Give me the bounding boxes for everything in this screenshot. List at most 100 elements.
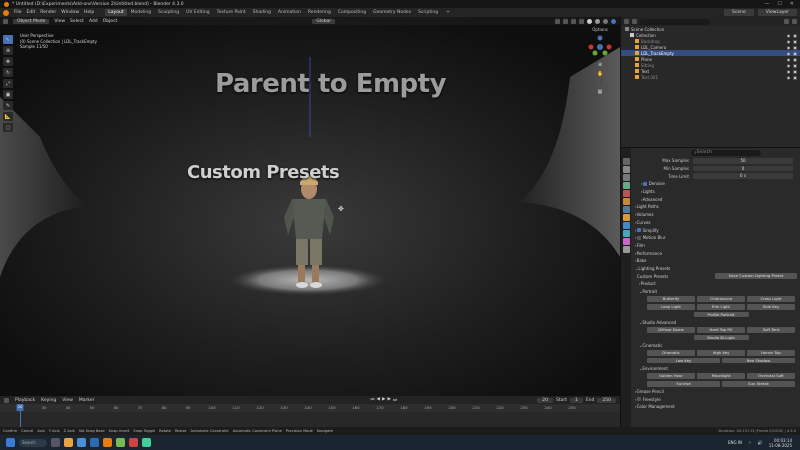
camera-render-icon[interactable]: ▣ <box>793 75 797 80</box>
scene-selector[interactable]: Scene <box>724 9 754 16</box>
chat-app-icon[interactable] <box>142 438 151 447</box>
panel-portrait[interactable]: ⌄ Portrait <box>631 288 800 296</box>
wifi-icon[interactable]: ⌔ <box>748 440 752 446</box>
timeline-editor-icon[interactable] <box>4 397 9 403</box>
new-collection-icon[interactable] <box>792 19 797 24</box>
frame-ruler[interactable]: 20 30 40 50 60 70 80 90 100 110 120 130 140 150 160 170… <box>0 404 620 412</box>
save-preset-button[interactable]: Save Custom Lighting Preset <box>715 273 797 279</box>
current-frame-indicator[interactable]: 20 <box>16 404 24 411</box>
camera-render-icon[interactable]: ▣ <box>793 69 797 74</box>
workspace-tab-layout[interactable]: Layout <box>105 9 127 16</box>
pan-icon[interactable]: ✋ <box>597 71 603 77</box>
menu-render[interactable]: Render <box>40 10 56 15</box>
minimize-icon[interactable]: — <box>764 1 769 7</box>
eye-icon[interactable]: ◉ <box>787 75 791 80</box>
workspace-tab-animation[interactable]: Animation <box>275 9 304 16</box>
panel-light-paths[interactable]: › Light Paths <box>631 203 800 211</box>
panel-studio-advanced[interactable]: ⌄ Studio Advanced <box>631 318 800 326</box>
scene-tab-icon[interactable] <box>622 190 630 197</box>
clock[interactable]: 00:03:14 11-08-2025 <box>769 438 792 448</box>
tool-tab-icon[interactable] <box>622 158 630 165</box>
object-tab-icon[interactable] <box>622 214 630 221</box>
workspace-tab-uv-editing[interactable]: UV Editing <box>183 9 212 16</box>
media-app-icon[interactable] <box>129 438 138 447</box>
constraints-tab-icon[interactable] <box>622 238 630 245</box>
preset-diffuse-dome-button[interactable]: Diffuse Dome <box>647 327 695 333</box>
viewport-menu-view[interactable]: View <box>54 19 65 24</box>
close-icon[interactable]: ✕ <box>790 1 794 7</box>
options-dropdown[interactable]: Options <box>592 27 607 32</box>
vscode-icon[interactable] <box>90 438 99 447</box>
add-workspace-icon[interactable]: + <box>446 10 450 15</box>
workspace-tab-modeling[interactable]: Modeling <box>128 9 154 16</box>
shading-solid-icon[interactable] <box>595 18 600 24</box>
max-samples-field[interactable]: 50 <box>693 158 793 164</box>
workspace-tab-scripting[interactable]: Scripting <box>415 9 441 16</box>
preset-rim-light-button[interactable]: Rim Light <box>697 304 745 310</box>
eye-icon[interactable]: ◉ <box>787 63 791 68</box>
eye-icon[interactable]: ◉ <box>787 45 791 50</box>
measure-tool-icon[interactable]: 📐 <box>3 112 13 121</box>
denoise-checkbox[interactable] <box>642 181 647 186</box>
mode-selector[interactable]: Object Mode <box>13 18 50 24</box>
task-view-icon[interactable] <box>51 438 60 447</box>
end-frame-field[interactable]: 250 <box>597 397 616 403</box>
camera-view-icon[interactable]: 🎥 <box>597 80 603 86</box>
overlay-icon[interactable] <box>571 18 576 24</box>
eye-icon[interactable]: ◉ <box>787 33 791 38</box>
transform-orientation[interactable]: Global <box>312 18 335 24</box>
transform-tool-icon[interactable]: ▣ <box>3 90 13 99</box>
preset-chiaroscuro-button[interactable]: Chiaroscuro <box>697 296 745 302</box>
preset-low-key-button[interactable]: Low Key <box>647 357 720 364</box>
eye-icon[interactable]: ◉ <box>787 39 791 44</box>
camera-render-icon[interactable]: ▣ <box>793 51 797 56</box>
browser-icon[interactable] <box>77 438 86 447</box>
preset-butterfly-button[interactable]: Butterfly <box>647 296 695 302</box>
properties-search-input[interactable]: ⌕ Search <box>691 149 761 156</box>
3d-viewport[interactable]: Object Mode View Select Add Object Globa… <box>0 17 620 396</box>
camera-render-icon[interactable]: ▣ <box>793 39 797 44</box>
timeline-menu-view[interactable]: View <box>62 398 73 403</box>
menu-file[interactable]: File <box>14 10 22 15</box>
panel-performance[interactable]: › Performance <box>631 249 800 257</box>
camera-render-icon[interactable]: ▣ <box>793 63 797 68</box>
preset-sunrise-button[interactable]: Sunrise <box>647 381 720 387</box>
viewport-menu-add[interactable]: Add <box>89 19 98 24</box>
preset-hard-top-fill-button[interactable]: Hard Top Fill <box>697 327 745 333</box>
panel-grease-pencil[interactable]: › Grease Pencil <box>631 388 800 396</box>
preset-studio-bi-light-button[interactable]: Studio Bi-Light <box>693 334 749 341</box>
panel-bake[interactable]: › Bake <box>631 257 800 265</box>
preset-sun-streak-button[interactable]: Sun Streak <box>722 381 795 387</box>
workspace-tab-rendering[interactable]: Rendering <box>305 9 334 16</box>
camera-render-icon[interactable]: ▣ <box>793 33 797 38</box>
panel-advanced[interactable]: › Advanced <box>631 195 800 203</box>
app-icon[interactable] <box>116 438 125 447</box>
grid-toggle-icon[interactable]: ▦ <box>597 89 603 95</box>
workspace-tab-sculpting[interactable]: Sculpting <box>155 9 182 16</box>
maximize-icon[interactable]: ☐ <box>777 1 781 7</box>
add-cube-tool-icon[interactable]: ▢ <box>3 123 13 132</box>
panel-volumes[interactable]: › Volumes <box>631 211 800 219</box>
world-tab-icon[interactable] <box>622 198 630 205</box>
panel-color-management[interactable]: › Color Management <box>631 403 800 411</box>
move-tool-icon[interactable]: ✥ <box>3 57 13 66</box>
rotate-tool-icon[interactable]: ↻ <box>3 68 13 77</box>
outliner-editor-icon[interactable] <box>624 19 629 24</box>
taskbar-search[interactable]: Search <box>19 438 47 447</box>
gizmo-icon[interactable] <box>563 18 568 24</box>
scale-tool-icon[interactable]: ⤢ <box>3 79 13 88</box>
zoom-icon[interactable]: ⊕ <box>597 62 603 68</box>
language-indicator[interactable]: ENG IN <box>728 440 742 445</box>
timeline-menu-keying[interactable]: Keying <box>41 398 56 403</box>
start-frame-field[interactable]: 1 <box>569 397 583 403</box>
select-tool-icon[interactable]: ↖ <box>3 35 13 44</box>
panel-simplify[interactable]: › Simplify <box>631 226 800 234</box>
preset-loop-light-button[interactable]: Loop Light <box>647 304 695 310</box>
menu-help[interactable]: Help <box>84 10 94 15</box>
motion-blur-checkbox[interactable] <box>636 235 641 240</box>
preset-overcast-soft-button[interactable]: Overcast Soft <box>747 373 795 379</box>
outliner-search-input[interactable] <box>640 18 710 25</box>
data-tab-icon[interactable] <box>622 246 630 253</box>
panel-product[interactable]: › Product <box>631 280 800 288</box>
jump-end-icon[interactable]: ⏭ <box>393 397 397 403</box>
